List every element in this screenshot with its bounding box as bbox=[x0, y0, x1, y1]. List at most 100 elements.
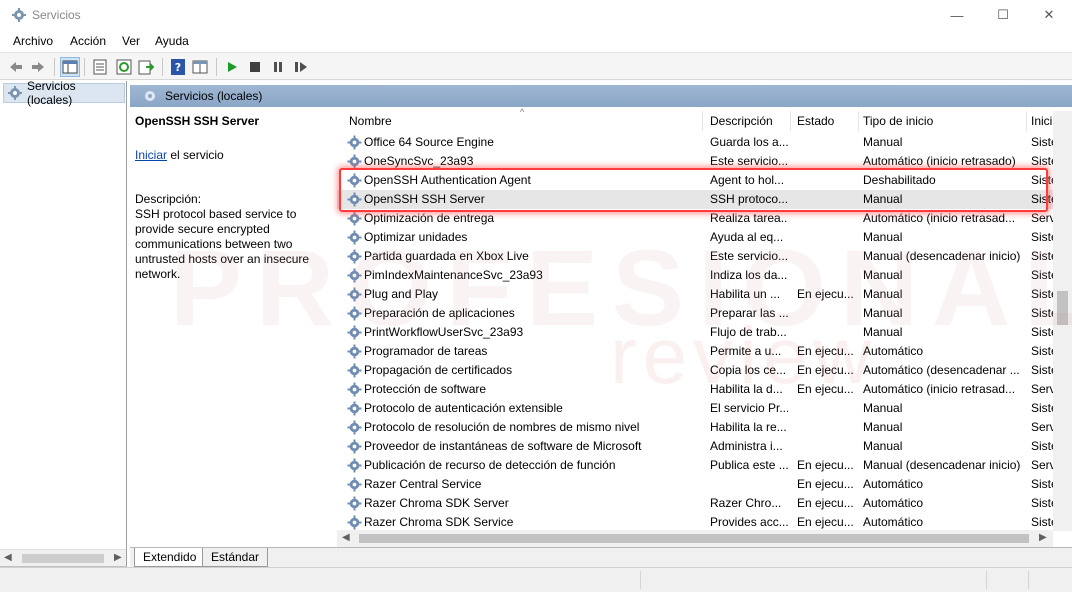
table-row[interactable]: Optimización de entrega Realiza tarea... A… bbox=[337, 209, 1057, 228]
tree-node-services-local[interactable]: Servicios (locales) bbox=[3, 79, 125, 107]
menu-ayuda[interactable]: Ayuda bbox=[155, 34, 189, 48]
column-header-state[interactable]: Estado bbox=[793, 111, 859, 131]
restart-service-icon[interactable] bbox=[291, 57, 311, 77]
service-name: OpenSSH Authentication Agent bbox=[364, 173, 531, 187]
service-gear-icon bbox=[347, 496, 362, 511]
properties-icon[interactable] bbox=[90, 57, 110, 77]
service-gear-icon bbox=[347, 230, 362, 245]
tab-estandar[interactable]: Estándar bbox=[202, 548, 269, 567]
table-row[interactable]: Propagación de certificados Copia los ce.… bbox=[337, 361, 1058, 380]
service-description: Este servicio... bbox=[710, 249, 788, 263]
services-gear-icon bbox=[12, 8, 26, 22]
export-list-icon[interactable] bbox=[136, 57, 156, 77]
service-start-type: Manual (desencadenar inicio) bbox=[863, 458, 1021, 472]
toolbar-separator bbox=[162, 58, 163, 76]
service-state: En ejecu... bbox=[797, 363, 854, 377]
menu-ver[interactable]: Ver bbox=[122, 34, 140, 48]
service-gear-icon bbox=[347, 382, 362, 397]
service-description: Preparar las ... bbox=[710, 306, 788, 320]
table-row[interactable]: Preparación de aplicaciones Preparar las … bbox=[337, 304, 1058, 323]
service-description: Este servicio... bbox=[710, 154, 788, 168]
service-start-type: Deshabilitado bbox=[863, 173, 936, 187]
help-icon[interactable]: ? bbox=[168, 57, 188, 77]
service-name: Razer Chroma SDK Service bbox=[364, 515, 514, 529]
service-description: Ayuda al eq... bbox=[710, 230, 784, 244]
refresh-icon[interactable] bbox=[114, 57, 134, 77]
table-row[interactable]: Protocolo de resolución de nombres de mi… bbox=[337, 418, 1057, 437]
toolbar-separator bbox=[54, 58, 55, 76]
start-service-icon[interactable] bbox=[222, 57, 242, 77]
back-icon[interactable] bbox=[6, 57, 26, 77]
list-vertical-scrollbar[interactable] bbox=[1053, 111, 1072, 531]
close-button[interactable]: ✕ bbox=[1026, 0, 1072, 30]
service-state: En ejecu... bbox=[797, 515, 854, 529]
service-name: OpenSSH SSH Server bbox=[364, 192, 485, 206]
service-name: Programador de tareas bbox=[364, 344, 488, 358]
tab-extendido[interactable]: Extendido bbox=[134, 548, 206, 567]
service-gear-icon bbox=[347, 363, 362, 378]
table-row[interactable]: OpenSSH Authentication Agent Agent to hol… bbox=[337, 171, 1058, 190]
tree-node-label: Servicios (locales) bbox=[26, 79, 76, 107]
minimize-button[interactable]: — bbox=[934, 0, 980, 30]
table-row[interactable]: Razer Central Service En ejecu... Automáti… bbox=[337, 475, 1058, 494]
service-name: Optimización de entrega bbox=[364, 211, 495, 225]
forward-icon[interactable] bbox=[28, 57, 48, 77]
list-horizontal-scrollbar[interactable]: ◀ ▶ bbox=[337, 530, 1053, 547]
status-segment bbox=[640, 571, 641, 589]
column-header-name[interactable]: Nombre bbox=[345, 111, 703, 131]
title-bar: Servicios — ☐ ✕ bbox=[0, 0, 1072, 30]
console-tree-icon[interactable] bbox=[60, 57, 80, 77]
service-description: Copia los ce... bbox=[710, 363, 787, 377]
service-name: Razer Chroma SDK Server bbox=[364, 496, 509, 510]
close-icon: ✕ bbox=[1043, 7, 1055, 22]
table-row[interactable]: Protocolo de autenticación extensible El … bbox=[337, 399, 1058, 418]
table-row[interactable]: Optimizar unidades Ayuda al eq... Manual Si… bbox=[337, 228, 1058, 247]
table-row[interactable]: Publicación de recurso de detección de f… bbox=[337, 456, 1057, 475]
service-name: PimIndexMaintenanceSvc_23a93 bbox=[364, 268, 543, 282]
service-name: Proveedor de instantáneas de software de… bbox=[364, 439, 642, 453]
menu-accion[interactable]: Acción bbox=[70, 34, 106, 48]
description-label: Descripción: bbox=[135, 192, 202, 206]
pause-service-icon[interactable] bbox=[268, 57, 288, 77]
service-start-type: Manual (desencadenar inicio) bbox=[863, 249, 1021, 263]
scrollbar-thumb[interactable] bbox=[22, 554, 104, 563]
scrollbar-thumb[interactable] bbox=[359, 534, 1029, 543]
column-header-start-type[interactable]: Tipo de inicio bbox=[859, 111, 1027, 131]
scroll-right-icon[interactable]: ▶ bbox=[1039, 532, 1047, 543]
service-state: En ejecu... bbox=[797, 496, 854, 510]
table-row[interactable]: OneSyncSvc_23a93 Este servicio... Automáti… bbox=[337, 152, 1058, 171]
start-service-link[interactable]: Iniciar bbox=[135, 148, 167, 162]
service-start-type: Manual bbox=[863, 135, 903, 149]
maximize-button[interactable]: ☐ bbox=[980, 0, 1026, 30]
view-icon[interactable] bbox=[190, 57, 210, 77]
column-header-description[interactable]: Descripción bbox=[706, 111, 791, 131]
table-row[interactable]: PimIndexMaintenanceSvc_23a93 Indiza los d… bbox=[337, 266, 1058, 285]
table-row[interactable]: Protección de software Habilita la d... En… bbox=[337, 380, 1057, 399]
table-row[interactable]: PrintWorkflowUserSvc_23a93 Flujo de trab.… bbox=[337, 323, 1058, 342]
table-row[interactable]: OpenSSH SSH Server SSH protoco... Manual Si… bbox=[337, 190, 1058, 209]
services-gear-icon bbox=[145, 91, 155, 101]
scrollbar-thumb[interactable] bbox=[1057, 291, 1068, 325]
table-row[interactable]: Razer Chroma SDK Server Razer Chro... En e… bbox=[337, 494, 1058, 513]
start-service-suffix: el servicio bbox=[167, 148, 224, 162]
service-description: Administra i... bbox=[710, 439, 783, 453]
scroll-right-icon[interactable]: ▶ bbox=[114, 552, 122, 563]
menu-archivo[interactable]: Archivo bbox=[13, 34, 53, 48]
tree-horizontal-scrollbar[interactable]: ◀ ▶ bbox=[0, 549, 126, 566]
service-gear-icon bbox=[347, 192, 362, 207]
table-row[interactable]: Proveedor de instantáneas de software de… bbox=[337, 437, 1058, 456]
service-start-type: Automático (desencadenar ... bbox=[863, 363, 1020, 377]
table-row[interactable]: Programador de tareas Permite a u... En ej… bbox=[337, 342, 1058, 361]
service-start-type: Automático bbox=[863, 496, 924, 510]
service-name: Publicación de recurso de detección de f… bbox=[364, 458, 616, 472]
scroll-left-icon[interactable]: ◀ bbox=[342, 532, 350, 543]
table-row[interactable]: Partida guardada en Xbox Live Este servic… bbox=[337, 247, 1058, 266]
service-description: El servicio Pr... bbox=[710, 401, 788, 415]
service-info-panel: OpenSSH SSH Server Iniciar el servicio D… bbox=[130, 107, 336, 547]
scroll-left-icon[interactable]: ◀ bbox=[4, 552, 12, 563]
stop-service-icon[interactable] bbox=[245, 57, 265, 77]
service-name: Plug and Play bbox=[364, 287, 439, 301]
service-state: En ejecu... bbox=[797, 344, 854, 358]
table-row[interactable]: Plug and Play Habilita un ... En ejecu... M… bbox=[337, 285, 1058, 304]
table-row[interactable]: Office 64 Source Engine Guarda los a... Ma… bbox=[337, 133, 1058, 152]
